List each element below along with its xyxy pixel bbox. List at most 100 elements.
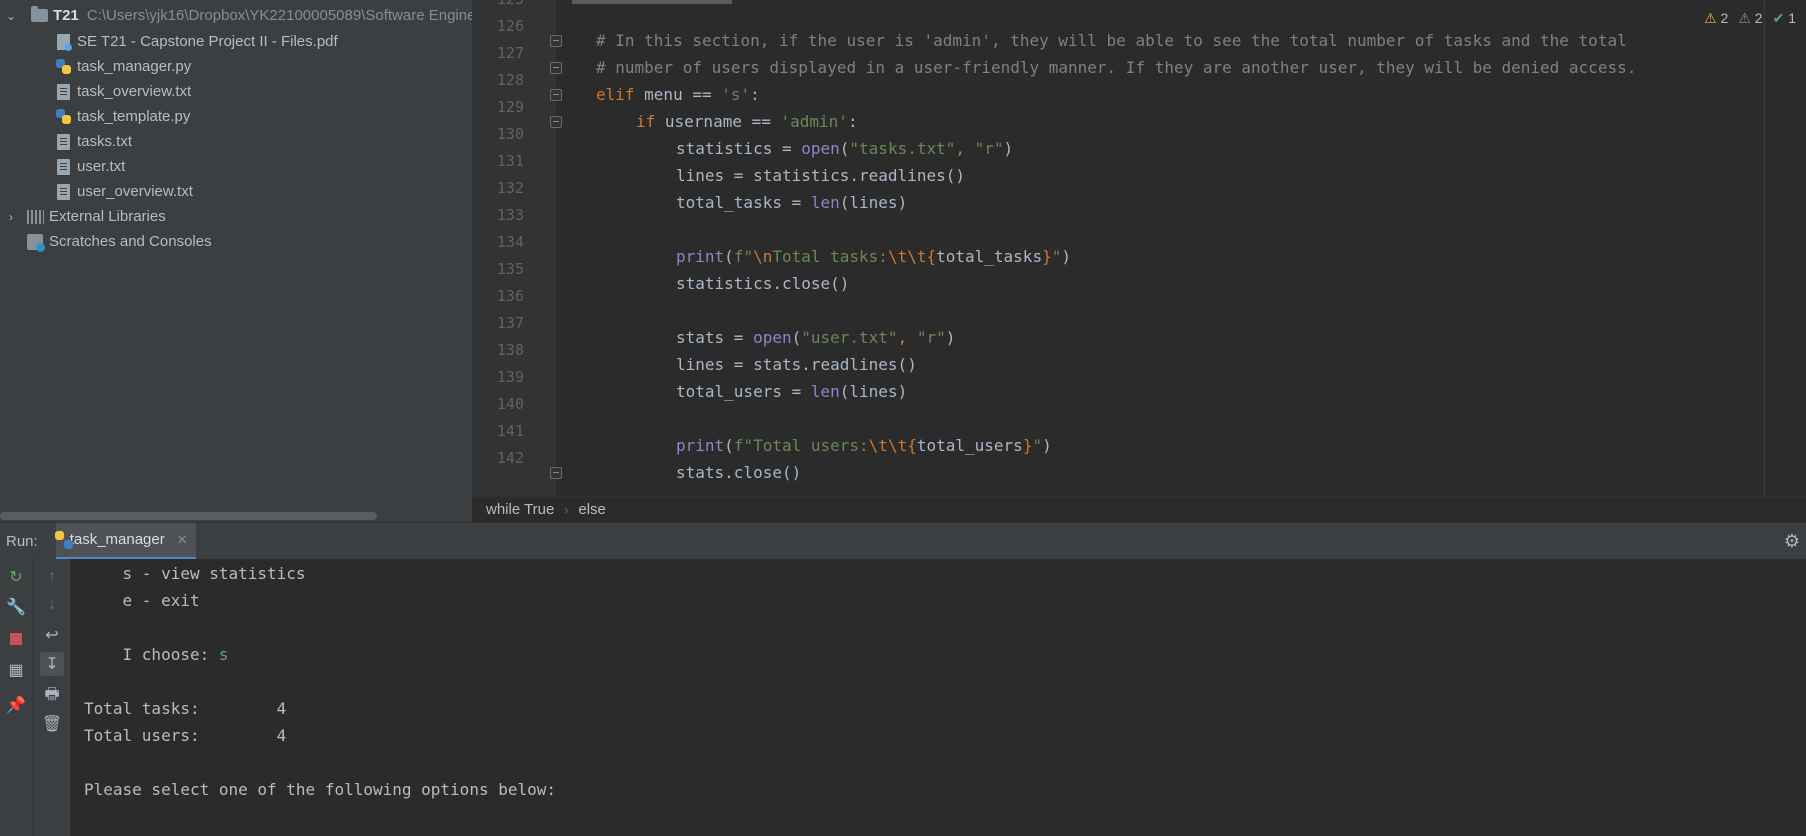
tree-file-item[interactable]: SE T21 - Capstone Project II - Files.pdf — [54, 29, 338, 54]
fold-marker-icon[interactable] — [550, 89, 562, 101]
format-variable: total_tasks — [936, 247, 1043, 266]
line-number: 125 — [472, 0, 524, 13]
builtin-function: print — [676, 436, 725, 455]
console-line: e - exit — [84, 591, 200, 610]
tree-file-item[interactable]: task_template.py — [54, 104, 190, 129]
horizontal-scrollbar[interactable] — [0, 512, 377, 520]
fold-marker-icon[interactable] — [550, 116, 562, 128]
tree-file-item[interactable]: task_overview.txt — [54, 79, 191, 104]
builtin-function: len — [810, 382, 840, 401]
code-text: ( — [724, 247, 734, 266]
ok-count[interactable]: ✔ 1 — [1773, 10, 1796, 27]
tab-task-manager[interactable]: task_manager ✕ — [54, 522, 196, 560]
fold-marker-icon[interactable] — [550, 62, 562, 74]
soft-wrap-icon[interactable]: ↩ — [40, 623, 64, 647]
escape-sequence: \t\t — [868, 436, 908, 455]
console-line: s - view statistics — [84, 564, 306, 583]
print-icon[interactable]: 🖶 — [40, 684, 64, 708]
tree-file-label: task_overview.txt — [77, 83, 192, 100]
text-file-icon — [54, 158, 72, 176]
code-line-134: print(f"\nTotal tasks:\t\t{total_tasks}"… — [676, 243, 1071, 270]
tab-label: task_manager — [69, 531, 165, 548]
string-literal: "r" — [974, 139, 1004, 158]
project-tree-panel: ⌄ T21 C:\Users\yjk16\Dropbox\YK221000050… — [0, 0, 472, 522]
project-root-node[interactable]: ⌄ T21 C:\Users\yjk16\Dropbox\YK221000050… — [4, 3, 472, 28]
run-toolbar-primary: ↻ 🔧 ▦ 📌 — [0, 559, 33, 836]
fold-marker-icon[interactable] — [550, 35, 562, 47]
checkmark-icon: ✔ — [1772, 10, 1785, 26]
run-tool-header: Run: task_manager ✕ ⚙ — [0, 522, 1806, 560]
code-text: total_users = — [676, 382, 811, 401]
line-number: 137 — [496, 314, 524, 332]
code-text: ) — [945, 328, 956, 347]
code-text: : — [847, 112, 858, 131]
wrench-icon[interactable]: 🔧 — [4, 595, 28, 619]
line-number: 140 — [496, 395, 524, 413]
code-line-137: stats = open("user.txt", "r") — [676, 324, 955, 351]
tree-file-item[interactable]: user_overview.txt — [54, 179, 193, 204]
fold-marker-icon[interactable] — [550, 467, 562, 479]
scroll-to-end-icon[interactable]: ↧ — [40, 652, 64, 676]
tree-file-label: tasks.txt — [77, 133, 133, 150]
tree-file-item[interactable]: task_manager.py — [54, 54, 191, 79]
line-number: 129 — [496, 98, 524, 116]
project-root-path: C:\Users\yjk16\Dropbox\YK22100005089\Sof… — [86, 7, 472, 24]
weak-warning-count[interactable]: ⚠ 2 — [1738, 10, 1762, 27]
string-literal: f"Total users: — [733, 436, 869, 455]
console-line: Total users: 4 — [84, 726, 287, 745]
code-text: ( — [839, 139, 850, 158]
line-number: 142 — [496, 449, 524, 467]
gear-icon[interactable]: ⚙ — [1784, 531, 1800, 552]
rerun-icon[interactable]: ↻ — [4, 565, 28, 589]
run-console[interactable]: s - view statistics e - exit I choose: s… — [70, 559, 1806, 836]
text-file-icon — [54, 83, 72, 101]
console-user-input: s — [218, 645, 229, 664]
line-number: 130 — [496, 125, 524, 143]
tree-file-item[interactable]: tasks.txt — [54, 129, 132, 154]
line-number: 132 — [496, 179, 524, 197]
tree-file-label: task_manager.py — [77, 58, 192, 75]
run-toolbar-secondary: ↑ ↓ ↩ ↧ 🖶 🗑 — [33, 559, 70, 836]
weak-warning-icon: ⚠ — [1738, 10, 1751, 26]
scratches-node[interactable]: Scratches and Consoles — [26, 229, 212, 254]
line-number: 126 — [496, 17, 524, 35]
line-number: 136 — [496, 287, 524, 305]
editor-scroll-indicator — [572, 0, 732, 4]
scratches-icon — [26, 233, 45, 252]
arrow-down-icon[interactable]: ↓ — [40, 593, 64, 617]
inspection-widget[interactable]: ⚠ 2 ⚠ 2 ✔ 1 — [1704, 10, 1796, 27]
pin-icon[interactable]: 📌 — [4, 693, 28, 717]
tree-file-label: user_overview.txt — [77, 183, 193, 200]
chevron-right-icon[interactable]: › — [4, 210, 18, 224]
code-line-135: statistics.close() — [676, 274, 850, 293]
text-file-icon — [54, 183, 72, 201]
scratches-label: Scratches and Consoles — [49, 233, 212, 250]
code-line-130: statistics = open("tasks.txt", "r") — [676, 135, 1013, 162]
close-icon[interactable]: ✕ — [177, 532, 188, 548]
code-text: stats = — [676, 328, 754, 347]
code-text: : — [750, 85, 760, 104]
code-text: total_tasks = — [676, 193, 811, 212]
external-libraries-node[interactable]: › External Libraries — [4, 204, 166, 229]
string-literal: "r" — [916, 328, 946, 347]
arrow-up-icon[interactable]: ↑ — [40, 565, 64, 589]
breadcrumb-item[interactable]: else — [578, 501, 606, 518]
tree-file-item[interactable]: user.txt — [54, 154, 125, 179]
code-text: menu == — [634, 85, 722, 104]
warning-count[interactable]: ⚠ 2 — [1704, 10, 1728, 27]
escape-sequence: \t\t — [887, 247, 927, 266]
line-number: 131 — [496, 152, 524, 170]
trash-icon[interactable]: 🗑 — [40, 712, 64, 736]
code-editor[interactable]: 125 126 127 128 129 130 131 132 133 134 135 136 137 1… — [472, 0, 1806, 496]
breadcrumb-item[interactable]: while True — [486, 501, 554, 518]
string-literal: " — [1051, 247, 1062, 266]
builtin-function: len — [810, 193, 840, 212]
line-number: 127 — [496, 44, 524, 62]
format-brace: } — [1042, 247, 1052, 266]
stop-icon[interactable] — [4, 627, 28, 651]
code-text: (lines) — [839, 382, 908, 401]
code-line-126: # In this section, if the user is 'admin… — [596, 31, 1627, 50]
layout-icon[interactable]: ▦ — [4, 658, 28, 682]
chevron-down-icon[interactable]: ⌄ — [4, 9, 18, 23]
format-brace: { — [926, 247, 937, 266]
